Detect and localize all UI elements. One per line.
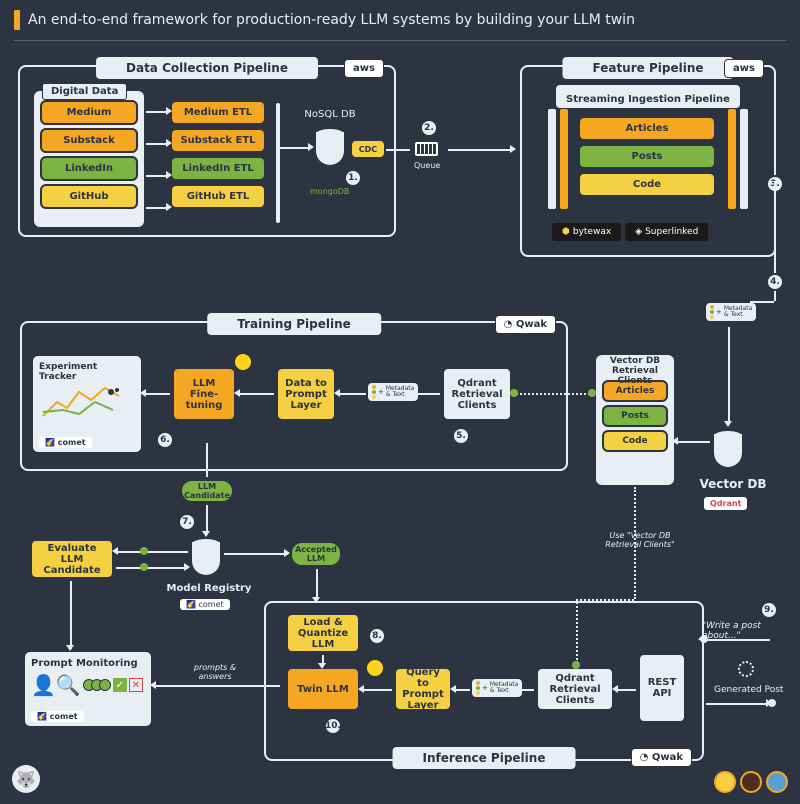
page-title: An end-to-end framework for production-r… — [28, 12, 635, 28]
brand-bar: ⬢bytewax ◈Superlinked — [552, 223, 708, 241]
source-substack: Substack — [40, 128, 138, 153]
llm-candidate-box: LLM Candidate — [180, 479, 234, 503]
superlinked-logo: ◈Superlinked — [625, 223, 708, 241]
generated-post-label: Generated Post — [714, 685, 783, 695]
data-to-prompt-box: Data to Prompt Layer — [276, 367, 336, 421]
vector-db-label: Vector DB — [698, 477, 768, 491]
prompts-answers-label: prompts & answers — [180, 663, 250, 681]
llm-finetuning-box: LLM Fine-tuning — [172, 367, 236, 421]
load-quantize-box: Load & Quantize LLM — [286, 613, 360, 653]
step-8: 8. — [368, 627, 386, 645]
digital-data-label: Digital Data — [42, 83, 127, 100]
source-github: GitHub — [40, 184, 138, 209]
nosql-db-icon — [314, 127, 346, 167]
source-linkedin: LinkedIn — [40, 156, 138, 181]
mongodb-logo: mongoDB — [310, 187, 349, 196]
stream-code: Code — [578, 172, 716, 197]
metadata-text-1: +Metadata& Text — [706, 303, 756, 321]
vector-db-icon — [712, 429, 744, 469]
step-1: 1. — [344, 169, 362, 187]
retrieval-clients-label: Vector DB Retrieval Clients — [600, 357, 670, 387]
diagram-canvas: Data Collection Pipeline aws Digital Dat… — [0, 41, 800, 801]
title-bar: An end-to-end framework for production-r… — [0, 0, 800, 40]
huggingface-icon-2 — [366, 659, 384, 677]
comet-logo-3: 🌠 comet — [31, 711, 84, 722]
rc-code: Code — [602, 430, 668, 452]
prompt-monitoring-label: Prompt Monitoring — [31, 658, 145, 669]
spinner-icon — [738, 661, 754, 677]
qdrant-retrieval-clients-2: Qdrant Retrieval Clients — [536, 667, 614, 711]
avatar-2 — [740, 771, 762, 793]
inference-pipeline-title: Inference Pipeline — [393, 747, 576, 769]
prompt-monitoring-panel: Prompt Monitoring 👤🔍 ✓ ✕ 🌠 comet — [24, 651, 152, 727]
etl-substack: Substack ETL — [170, 128, 266, 153]
twin-llm-box: Twin LLM — [286, 667, 360, 711]
source-medium: Medium — [40, 100, 138, 125]
author-avatars — [714, 771, 788, 793]
user-prompt-label: "Write a post about..." — [702, 621, 800, 641]
retrieval-clients-panel: Vector DB Retrieval Clients Articles Pos… — [596, 355, 674, 485]
use-clients-note: Use "Vector DB Retrieval Clients" — [600, 531, 680, 549]
chart-icon — [39, 382, 127, 422]
inference-pipeline-panel: Inference Pipeline ◔ Qwak Load & Quantiz… — [264, 601, 704, 761]
qwak-badge: ◔ Qwak — [495, 315, 556, 334]
data-collection-panel: Data Collection Pipeline aws Digital Dat… — [18, 65, 396, 237]
model-registry-icon — [190, 537, 222, 577]
step-4: 4. — [766, 273, 784, 291]
qdrant-retrieval-clients-1: Qdrant Retrieval Clients — [442, 367, 512, 421]
experiment-tracker-label: Experiment Tracker — [39, 362, 135, 382]
qwak-badge-2: ◔ Qwak — [631, 748, 692, 767]
model-registry-label: Model Registry — [164, 583, 254, 594]
query-to-prompt-box: Query to Prompt Layer — [394, 667, 452, 711]
rc-posts: Posts — [602, 405, 668, 427]
accepted-llm-box: Accepted LLM — [290, 541, 342, 567]
stream-posts: Posts — [578, 144, 716, 169]
step-7: 7. — [178, 513, 196, 531]
step-5: 5. — [452, 427, 470, 445]
evaluate-box: Evaluate LLM Candidate — [30, 539, 114, 579]
step-6: 6. — [156, 431, 174, 449]
comet-logo-1: 🌠 comet — [39, 437, 92, 448]
avatar-3 — [766, 771, 788, 793]
huggingface-icon-1 — [234, 353, 252, 371]
digital-data-panel: Digital Data Medium Substack LinkedIn Gi… — [34, 91, 144, 227]
data-collection-title: Data Collection Pipeline — [96, 57, 318, 79]
qdrant-logo: Qdrant — [704, 497, 747, 510]
training-pipeline-title: Training Pipeline — [207, 313, 381, 335]
experiment-tracker: Experiment Tracker 🌠 comet — [32, 355, 142, 453]
etl-medium: Medium ETL — [170, 100, 266, 125]
comet-logo-2: 🌠 comet — [180, 599, 230, 610]
title-accent — [14, 10, 20, 30]
metadata-text-3: +Metadata& Text — [472, 679, 522, 697]
step-9: 9. — [760, 601, 778, 619]
nosql-label: NoSQL DB — [300, 109, 360, 120]
feature-pipeline-title: Feature Pipeline — [562, 57, 733, 79]
aws-badge: aws — [344, 59, 384, 78]
feature-pipeline-panel: Feature Pipeline aws Streaming Ingestion… — [520, 65, 776, 257]
avatar-1 — [714, 771, 736, 793]
queue-icon — [414, 141, 439, 157]
step-10: 10. — [324, 717, 342, 735]
streaming-title: Streaming Ingestion Pipeline — [556, 85, 740, 108]
bytewax-logo: ⬢bytewax — [552, 223, 621, 241]
cdc-box: CDC — [350, 139, 386, 159]
queue-label: Queue — [414, 161, 440, 170]
aws-badge-2: aws — [724, 59, 764, 78]
step-2: 2. — [420, 119, 438, 137]
wolf-logo-icon: 🐺 — [12, 765, 40, 793]
rest-api-box: REST API — [638, 653, 686, 723]
etl-linkedin: LinkedIn ETL — [170, 156, 266, 181]
stream-articles: Articles — [578, 116, 716, 141]
etl-github: GitHub ETL — [170, 184, 266, 209]
metadata-text-2: +Metadata& Text — [368, 383, 418, 401]
training-pipeline-panel: Training Pipeline ◔ Qwak Experiment Trac… — [20, 321, 568, 471]
